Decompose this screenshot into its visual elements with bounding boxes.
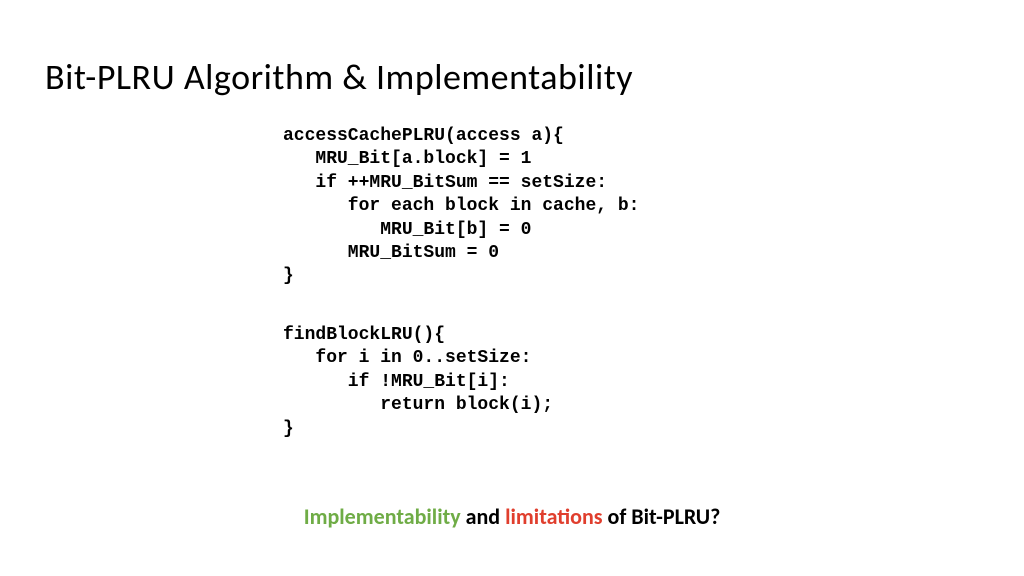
code-block-access: accessCachePLRU(access a){ MRU_Bit[a.blo…	[283, 125, 639, 289]
slide-title: Bit-PLRU Algorithm & Implementability	[0, 0, 1024, 99]
word-implementability: Implementability	[304, 503, 461, 530]
conj-and: and	[461, 503, 505, 530]
word-limitations: limitations	[505, 503, 602, 530]
question-rest: of Bit-PLRU?	[603, 503, 721, 530]
question-line: Implementability and limitations of Bit-…	[0, 503, 1024, 530]
code-block-find: findBlockLRU(){ for i in 0..setSize: if …	[283, 324, 553, 441]
